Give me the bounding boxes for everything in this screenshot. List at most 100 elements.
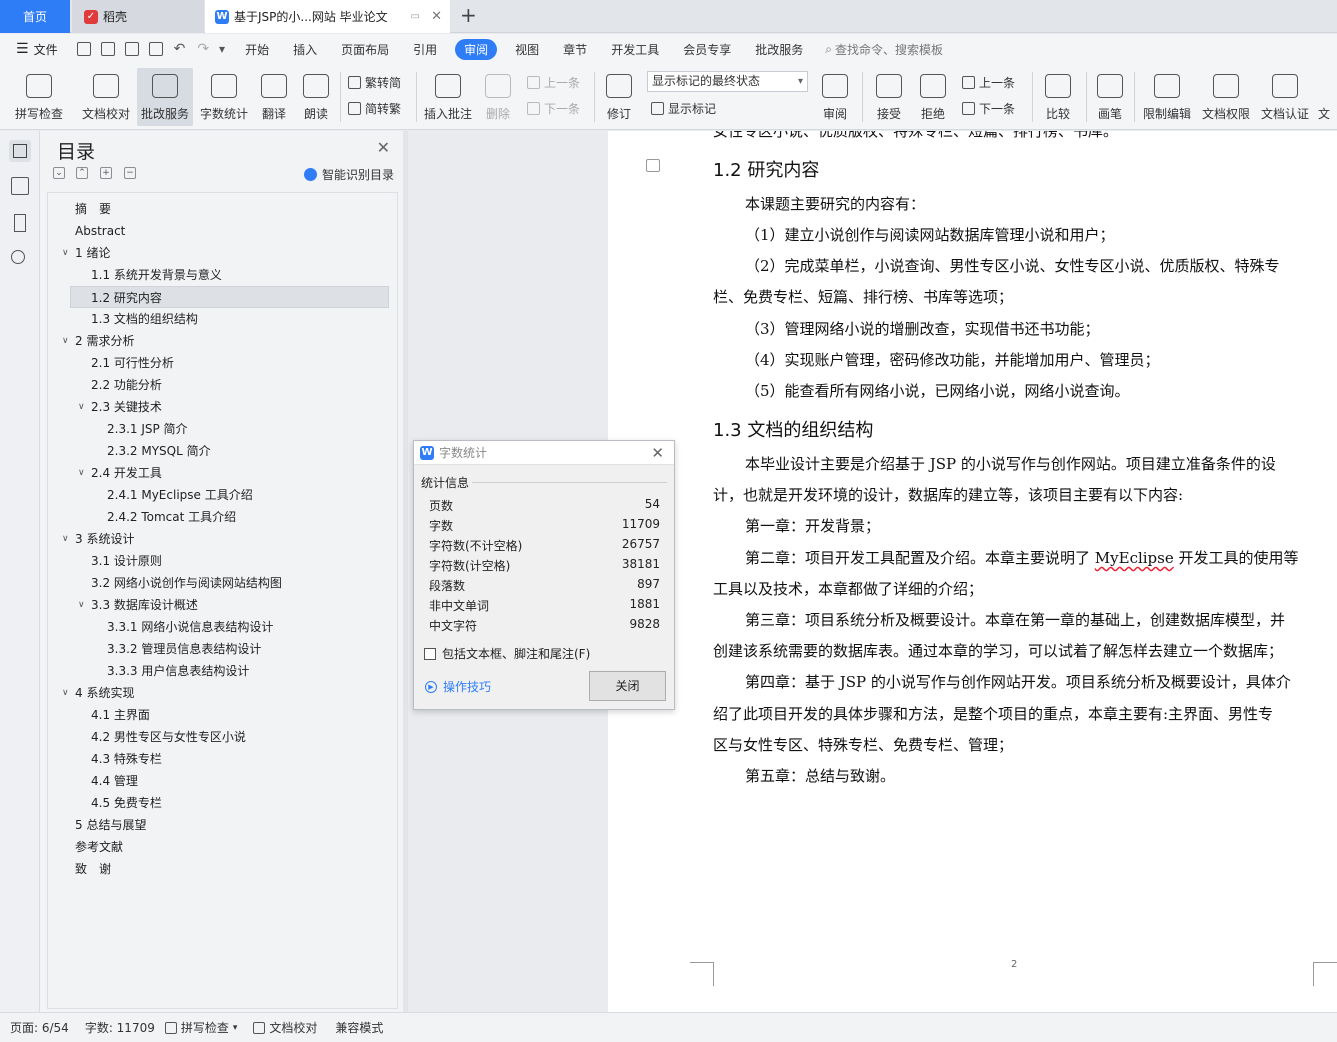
toc-item[interactable]: 4.4 管理 [91,770,138,792]
chevron-down-icon[interactable]: ∨ [78,462,85,484]
save-icon[interactable] [76,42,91,56]
toc-item[interactable]: ∨ 1 绪论 [62,242,110,264]
expand-all-icon[interactable]: ⌃ [76,167,88,179]
menu-item-layout[interactable]: 页面布局 [329,41,401,58]
chevron-down-icon[interactable]: ∨ [78,396,85,418]
toc-item[interactable]: 2.1 可行性分析 [91,352,174,374]
tab-document[interactable]: W 基于JSP的小...网站 毕业论文 ▭ ✕ [205,0,450,33]
toc-item[interactable]: 4.1 主界面 [91,704,150,726]
window-icon[interactable]: ▭ [411,11,420,22]
toc-item[interactable]: 3.3.3 用户信息表结构设计 [107,660,249,682]
toc-item[interactable]: 3.3.1 网络小说信息表结构设计 [107,616,273,638]
toc-item[interactable]: 2.4.2 Tomcat 工具介绍 [107,506,236,528]
compare-button[interactable]: 比较 [1038,68,1078,126]
toc-item[interactable]: 摘 要 [75,198,111,220]
toc-panel-icon[interactable] [9,140,31,162]
toc-item[interactable]: 4.2 男性专区与女性专区小说 [91,726,246,748]
include-textbox-checkbox[interactable]: 包括文本框、脚注和尾注(F) [424,645,590,662]
toc-item[interactable]: 4.5 免费专栏 [91,792,162,814]
spelling-error[interactable]: MyEclipse [1095,549,1174,567]
pen-button[interactable]: 画笔 [1092,68,1128,126]
show-markup-button[interactable]: 显示标记 [651,100,716,117]
document-certify-button[interactable]: 文档认证 [1258,68,1312,126]
spell-check-toggle[interactable]: 拼写检查 ▾ [155,1019,237,1036]
menu-item-start[interactable]: 开始 [233,41,281,58]
toc-item[interactable]: ∨ 3.3 数据库设计概述 [78,594,198,616]
markup-display-select[interactable]: 显示标记的最终状态 [647,71,808,92]
close-button[interactable]: 关闭 [589,671,666,701]
simp-to-trad-button[interactable]: 简转繁 [348,100,401,117]
more-icon[interactable]: ▾ [219,42,225,56]
menu-item-review[interactable]: 审阅 [455,38,498,60]
chevron-down-icon[interactable]: ∨ [78,594,85,616]
print-preview-icon[interactable] [148,42,163,56]
proofread-button[interactable]: 文档校对 [78,68,134,126]
word-count-button[interactable]: 字数统计 [197,68,251,126]
delete-comment-button[interactable]: 删除 [480,68,516,126]
toc-item[interactable]: 2.4.1 MyEclipse 工具介绍 [107,484,253,506]
menu-item-insert[interactable]: 插入 [281,41,329,58]
chevron-down-icon[interactable]: ∨ [62,330,69,352]
ribbon-overflow-button[interactable]: 文 [1318,68,1337,126]
next-comment-button[interactable]: 下一条 [527,100,580,117]
menu-item-member[interactable]: 会员专享 [671,41,743,58]
paragraph-menu-icon[interactable] [646,159,660,172]
checkbox-icon[interactable] [424,647,436,660]
tab-daoke[interactable]: ✓ 稻壳 [72,0,204,33]
toc-item-selected[interactable]: 1.2 研究内容 [70,286,389,308]
chevron-down-icon[interactable]: ∨ [62,682,69,704]
menu-item-correction[interactable]: 批改服务 [743,41,815,58]
toc-item[interactable]: 5 总结与展望 [75,814,146,836]
spell-check-button[interactable]: 拼写检查 [8,68,70,126]
insert-comment-button[interactable]: 插入批注 [422,68,474,126]
restrict-editing-button[interactable]: 限制编辑 [1140,68,1194,126]
collapse-all-icon[interactable]: ⌄ [53,167,65,179]
menu-item-devtools[interactable]: 开发工具 [599,41,671,58]
new-tab-button[interactable]: + [460,3,477,27]
page-indicator[interactable]: 页面: 6/54 [0,1019,69,1036]
toc-item[interactable]: ∨ 2.4 开发工具 [78,462,162,484]
toc-item[interactable]: 1.3 文档的组织结构 [91,308,198,330]
print-icon[interactable] [124,42,139,56]
menu-file[interactable]: ☰ 文件 [0,41,72,58]
toc-item[interactable]: 1.1 系统开发背景与意义 [91,264,222,286]
undo-icon[interactable]: ↶ [174,41,186,57]
dialog-titlebar[interactable]: W 字数统计 [414,441,674,465]
search-icon[interactable] [11,250,25,264]
toc-item[interactable]: 致 谢 [75,858,111,880]
chapter-panel-icon[interactable] [11,177,29,195]
redo-icon[interactable]: ↷ [197,41,209,57]
smart-toc-button[interactable]: 智能识别目录 [303,166,394,183]
review-pane-button[interactable]: 审阅 [816,68,854,126]
trad-to-simp-button[interactable]: 繁转简 [348,74,401,91]
bookmark-icon[interactable] [14,214,26,232]
document-permission-button[interactable]: 文档权限 [1199,68,1253,126]
document-page[interactable]: 女性专区小说、优质版权、特殊专栏、短篇、排行榜、书库。 1.2 研究内容 本课题… [608,131,1337,1012]
toc-item[interactable]: 3.2 网络小说创作与阅读网站结构图 [91,572,282,594]
chevron-down-icon[interactable]: ∨ [62,528,69,550]
reject-button[interactable]: 拒绝 [914,68,952,126]
read-aloud-button[interactable]: 朗读 [299,68,333,126]
close-tab-icon[interactable]: ✕ [431,9,442,24]
toc-item[interactable]: 3.1 设计原则 [91,550,162,572]
toc-item[interactable]: ∨ 4 系统实现 [62,682,134,704]
accept-button[interactable]: 接受 [870,68,908,126]
correction-service-button[interactable]: 批改服务 [137,68,193,126]
toc-item[interactable]: 参考文献 [75,836,123,858]
toc-item[interactable]: 2.3.2 MYSQL 简介 [107,440,211,462]
track-changes-button[interactable]: 修订 [600,68,638,126]
toc-item[interactable]: ∨ 2 需求分析 [62,330,134,352]
menu-item-chapter[interactable]: 章节 [551,41,599,58]
menu-item-reference[interactable]: 引用 [401,41,449,58]
close-icon[interactable]: ✕ [651,444,664,462]
toc-item[interactable]: 2.3.1 JSP 简介 [107,418,188,440]
remove-heading-icon[interactable]: − [124,167,136,179]
toc-item[interactable]: ∨ 3 系统设计 [62,528,134,550]
toc-item[interactable]: 4.3 特殊专栏 [91,748,162,770]
add-heading-icon[interactable]: + [100,167,112,179]
toc-item[interactable]: ∨ 2.3 关键技术 [78,396,162,418]
tab-home[interactable]: 首页 [0,0,70,33]
command-search[interactable]: ⌕ 查找命令、搜索模板 [825,41,943,58]
menu-item-view[interactable]: 视图 [503,41,551,58]
toc-item[interactable]: Abstract [75,220,125,242]
